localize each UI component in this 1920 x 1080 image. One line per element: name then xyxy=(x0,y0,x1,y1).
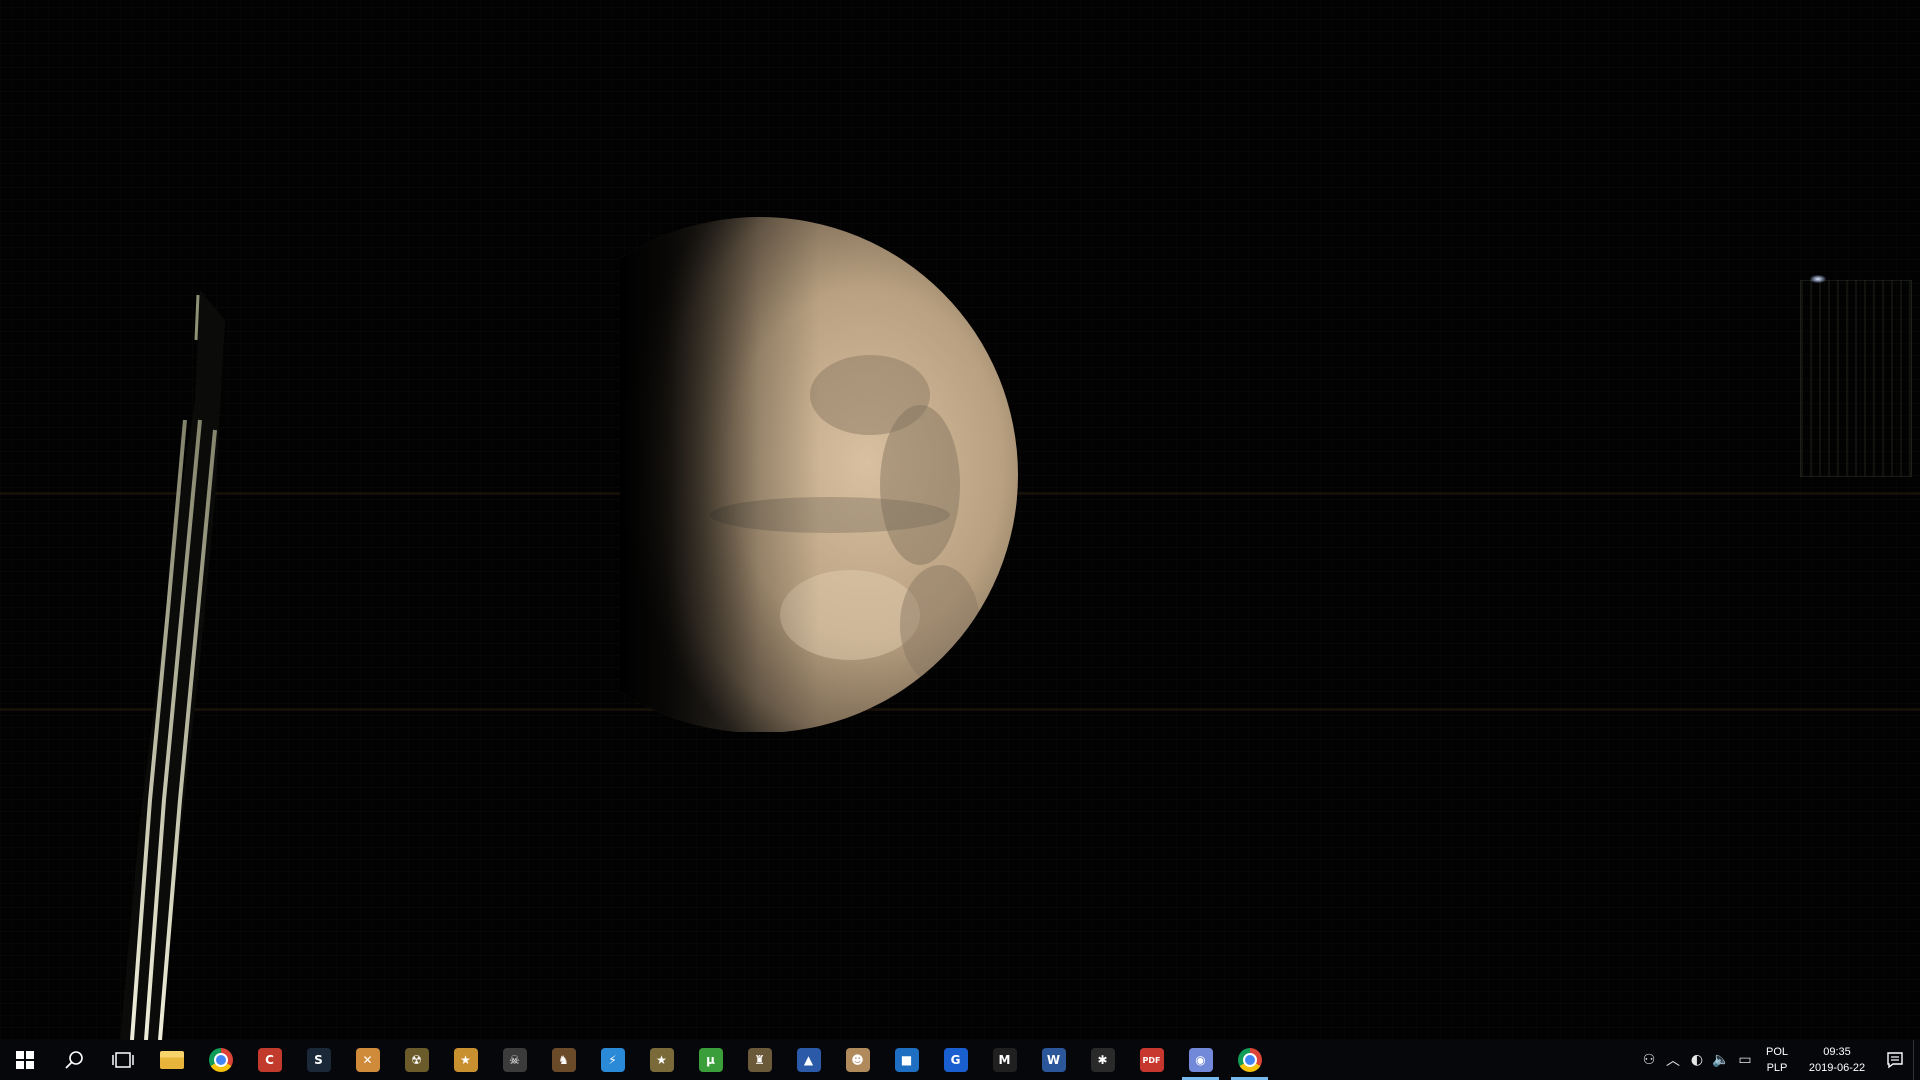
word-icon: W xyxy=(1041,1048,1066,1072)
task-view-button[interactable] xyxy=(98,1040,147,1080)
lightning-icon: ⚡ xyxy=(600,1048,625,1072)
clock[interactable]: 09:35 2019-06-22 xyxy=(1797,1040,1877,1080)
pdf-icon: PDF xyxy=(1139,1048,1164,1072)
discord-icon: ◉ xyxy=(1188,1048,1213,1072)
taskbar-app-radiation[interactable]: ☢ xyxy=(392,1040,441,1080)
taskbar-app-window-app[interactable]: ■ xyxy=(882,1040,931,1080)
chevron-up-icon[interactable]: ︿ xyxy=(1661,1040,1685,1080)
radiation-icon: ☢ xyxy=(404,1048,429,1072)
action-center-button[interactable] xyxy=(1877,1040,1913,1080)
taskbar-app-chrome-2[interactable] xyxy=(1225,1040,1274,1080)
taskbar-app-file-explorer[interactable] xyxy=(147,1040,196,1080)
taskbar: C S ✕ ☢ ★ ☠ ♞ ⚡ ★ µ ♜ ▲ ☻ ■ G M W ✱ PDF ◉ ⚇ ︿ ◐ 🔈 ▭ POL PLP 09:… xyxy=(0,1040,1920,1080)
task-view-icon xyxy=(111,1052,134,1068)
taskbar-app-ccleaner[interactable]: C xyxy=(245,1040,294,1080)
taskbar-app-pdf-app[interactable]: PDF xyxy=(1127,1040,1176,1080)
castle-icon: ♜ xyxy=(747,1048,772,1072)
taskbar-app-spider-app[interactable]: ✱ xyxy=(1078,1040,1127,1080)
ccleaner-icon: C xyxy=(257,1048,282,1072)
taskbar-app-star-app[interactable]: ★ xyxy=(637,1040,686,1080)
warrior-icon: ♞ xyxy=(551,1048,576,1072)
search-icon xyxy=(64,1051,83,1069)
taskbar-app-discord[interactable]: ◉ xyxy=(1176,1040,1225,1080)
skull-icon: ☠ xyxy=(502,1048,527,1072)
chrome-icon xyxy=(208,1048,233,1072)
start-button[interactable] xyxy=(0,1040,49,1080)
keyboard-layout: PLP xyxy=(1766,1062,1788,1074)
utorrent-icon: µ xyxy=(698,1048,723,1072)
pinned-apps: C S ✕ ☢ ★ ☠ ♞ ⚡ ★ µ ♜ ▲ ☻ ■ G M W ✱ PDF ◉ xyxy=(147,1040,1274,1080)
language-indicator[interactable]: POL PLP xyxy=(1757,1040,1797,1080)
star-icon: ★ xyxy=(649,1048,674,1072)
face-icon: ☻ xyxy=(845,1048,870,1072)
taskbar-app-game-two[interactable]: ☠ xyxy=(490,1040,539,1080)
taskbar-app-game-one[interactable]: ★ xyxy=(441,1040,490,1080)
taskbar-app-utorrent[interactable]: µ xyxy=(686,1040,735,1080)
taskbar-app-steam[interactable]: S xyxy=(294,1040,343,1080)
window-icon: ■ xyxy=(894,1048,919,1072)
search-button[interactable] xyxy=(49,1040,98,1080)
desktop[interactable] xyxy=(0,0,1920,1040)
notification-icon xyxy=(1887,1052,1903,1069)
folder-icon xyxy=(159,1051,184,1069)
mars-planet-image xyxy=(620,217,1018,732)
star-glint-image xyxy=(1810,275,1826,283)
people-icon[interactable]: ⚇ xyxy=(1637,1040,1661,1080)
clock-time: 09:35 xyxy=(1823,1046,1851,1058)
taskbar-app-character-app[interactable]: ☻ xyxy=(833,1040,882,1080)
windows-logo-icon xyxy=(15,1051,34,1069)
show-desktop-button[interactable] xyxy=(1913,1040,1920,1080)
steam-tray-icon[interactable]: ◐ xyxy=(1685,1040,1709,1080)
taskbar-app-g-app[interactable]: G xyxy=(931,1040,980,1080)
steam-icon: S xyxy=(306,1048,331,1072)
taskbar-app-word[interactable]: W xyxy=(1029,1040,1078,1080)
chrome-icon xyxy=(1237,1048,1262,1072)
solar-panel-image xyxy=(120,290,225,1040)
tools-icon: ✕ xyxy=(355,1048,380,1072)
taskbar-app-bolt-app[interactable]: ⚡ xyxy=(588,1040,637,1080)
m-logo-icon: M xyxy=(992,1048,1017,1072)
game-icon: ★ xyxy=(453,1048,478,1072)
language-code: POL xyxy=(1765,1046,1788,1058)
taskbar-app-game-three[interactable]: ♞ xyxy=(539,1040,588,1080)
distant-object-image xyxy=(1800,280,1912,477)
taskbar-app-chrome[interactable] xyxy=(196,1040,245,1080)
taskbar-app-game-four[interactable]: ♜ xyxy=(735,1040,784,1080)
clock-date: 2019-06-22 xyxy=(1808,1062,1866,1074)
launcher-icon: ▲ xyxy=(796,1048,821,1072)
tray-icons: ⚇ ︿ ◐ 🔈 ▭ xyxy=(1637,1040,1757,1080)
taskbar-app-tools[interactable]: ✕ xyxy=(343,1040,392,1080)
network-icon[interactable]: ▭ xyxy=(1733,1040,1757,1080)
volume-icon[interactable]: 🔈 xyxy=(1709,1040,1733,1080)
g-logo-icon: G xyxy=(943,1048,968,1072)
spider-icon: ✱ xyxy=(1090,1048,1115,1072)
system-tray: ⚇ ︿ ◐ 🔈 ▭ POL PLP 09:35 2019-06-22 xyxy=(1637,1040,1920,1080)
taskbar-app-launcher[interactable]: ▲ xyxy=(784,1040,833,1080)
taskbar-app-m-app[interactable]: M xyxy=(980,1040,1029,1080)
